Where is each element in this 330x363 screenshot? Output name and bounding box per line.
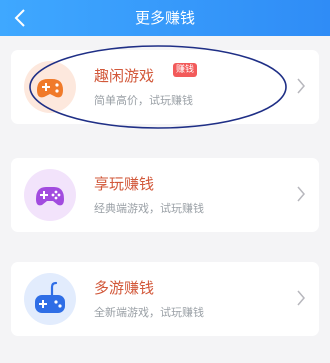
card-subtitle: 全新端游戏，试玩赚钱 (94, 306, 204, 319)
card-subtitle: 简单高价，试玩赚钱 (94, 94, 193, 107)
gamepad-orange-icon (24, 61, 76, 113)
chevron-right-icon (297, 186, 305, 202)
chevron-right-icon (297, 78, 305, 94)
card-subtitle: 经典端游戏，试玩赚钱 (94, 202, 204, 215)
card-xiangwan-earn[interactable]: 享玩赚钱 经典端游戏，试玩赚钱 (11, 158, 319, 232)
earn-badge: 赚钱 (173, 63, 198, 77)
top-bar: 更多赚钱 (0, 0, 330, 36)
card-title: 多游赚钱 (94, 279, 155, 297)
card-duoyou-earn[interactable]: 多游赚钱 全新端游戏，试玩赚钱 (11, 262, 319, 336)
gamepad-purple-icon (24, 169, 76, 221)
card-title: 趣闲游戏 (94, 67, 155, 85)
card-title: 享玩赚钱 (94, 175, 155, 193)
page-title: 更多赚钱 (134, 9, 195, 27)
card-quxian-game[interactable]: 趣闲游戏 赚钱 简单高价，试玩赚钱 (11, 50, 319, 124)
chevron-right-icon (297, 290, 305, 306)
gamepad-blue-icon (24, 273, 76, 325)
